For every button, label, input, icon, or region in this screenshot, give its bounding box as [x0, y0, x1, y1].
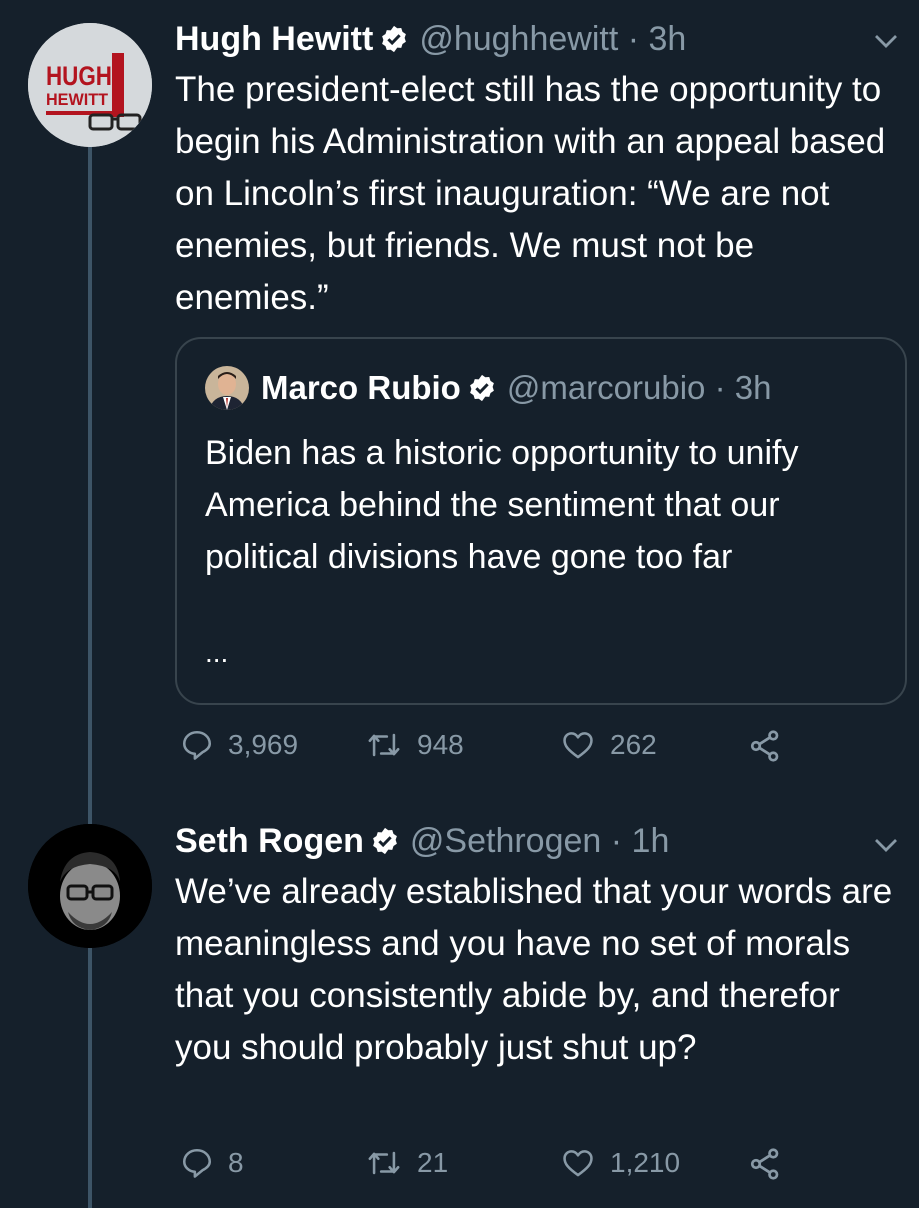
share-button[interactable]: [747, 728, 797, 764]
quoted-tweet-header: Marco Rubio @marcorubio · 3h: [205, 366, 771, 410]
tweet-header: Hugh Hewitt @hughhewitt · 3h: [175, 19, 686, 59]
retweet-count: 948: [417, 729, 464, 760]
tweet-actions: 3,969 948 262: [175, 728, 915, 776]
author-handle-time[interactable]: @Sethrogen · 1h: [410, 821, 669, 861]
tweet-seth-rogen[interactable]: Seth Rogen @Sethrogen · 1h We’ve already…: [0, 800, 919, 1208]
chevron-down-icon[interactable]: [871, 830, 901, 860]
verified-badge-icon: [469, 374, 494, 402]
hugh-hewitt-logo: HUGH HEWITT: [28, 23, 152, 147]
retweet-count: 21: [417, 1147, 449, 1178]
logo-line-2: HEWITT: [46, 90, 109, 109]
chevron-down-icon[interactable]: [871, 26, 901, 56]
reply-count: 8: [228, 1147, 244, 1178]
like-count: 1,210: [610, 1147, 681, 1178]
tweet-actions: 8 21 1,210: [175, 1146, 915, 1194]
like-icon: [563, 732, 593, 759]
like-button[interactable]: 1,210: [560, 1146, 680, 1180]
share-icon: [750, 730, 779, 762]
tweet-text: We’ve already established that your word…: [175, 872, 893, 1067]
share-icon: [750, 1148, 779, 1180]
like-count: 262: [610, 729, 657, 760]
avatar-seth-rogen[interactable]: [28, 824, 152, 948]
author-name[interactable]: Seth Rogen: [175, 821, 364, 861]
reply-button[interactable]: 8: [180, 1146, 244, 1180]
quoted-tweet[interactable]: Marco Rubio @marcorubio · 3h Biden has a…: [175, 337, 907, 705]
reply-button[interactable]: 3,969: [180, 728, 298, 762]
reply-icon: [182, 730, 212, 760]
retweet-icon: [368, 733, 400, 757]
reply-count: 3,969: [228, 729, 299, 760]
quoted-tweet-text: Biden has a historic opportunity to unif…: [205, 434, 799, 576]
verified-badge-icon: [382, 25, 407, 53]
like-button[interactable]: 262: [560, 728, 657, 762]
tweet-hugh-hewitt[interactable]: HUGH HEWITT Hugh Hewitt @hughhewitt · 3h…: [0, 0, 919, 827]
quoted-author-handle-time[interactable]: @marcorubio · 3h: [507, 368, 772, 408]
tweet-header: Seth Rogen @Sethrogen · 1h: [175, 821, 669, 861]
tweet-text: The president-elect still has the opport…: [175, 70, 886, 317]
retweet-button[interactable]: 21: [365, 1146, 448, 1180]
author-name[interactable]: Hugh Hewitt: [175, 19, 373, 59]
thread-line: [88, 948, 92, 1208]
retweet-button[interactable]: 948: [365, 728, 464, 762]
logo-line-1: HUGH: [46, 61, 112, 91]
retweet-icon: [368, 1151, 400, 1175]
author-handle-time[interactable]: @hughhewitt · 3h: [419, 19, 686, 59]
avatar-hugh-hewitt[interactable]: HUGH HEWITT: [28, 23, 152, 147]
quoted-tweet-ellipsis: ...: [205, 637, 229, 668]
reply-icon: [182, 1148, 212, 1178]
like-icon: [563, 1150, 593, 1177]
quoted-author-name[interactable]: Marco Rubio: [261, 368, 461, 408]
share-button[interactable]: [747, 1146, 797, 1182]
verified-badge-icon: [373, 827, 397, 855]
thread-line: [88, 147, 92, 827]
avatar-marco-rubio: [205, 366, 249, 410]
